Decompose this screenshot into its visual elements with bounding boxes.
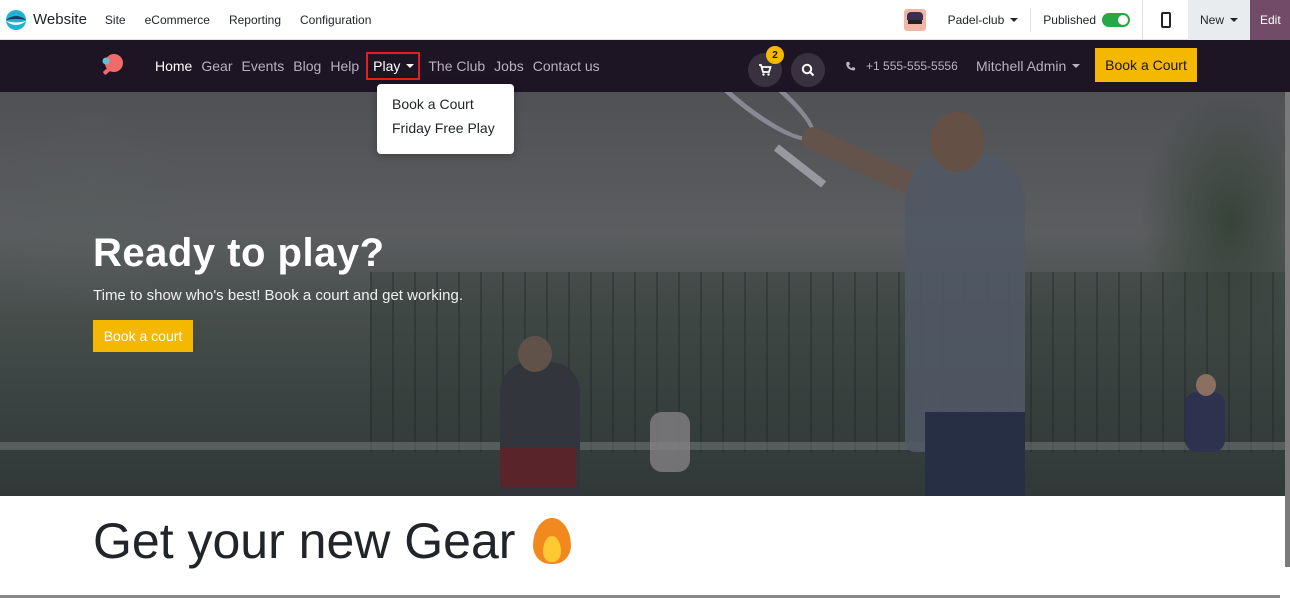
website-selector-label: Padel-club (947, 13, 1005, 27)
phone-link[interactable]: +1 555-555-5556 (845, 40, 958, 92)
menu-configuration[interactable]: Configuration (300, 13, 371, 27)
phone-number: +1 555-555-5556 (866, 59, 958, 73)
nav-play-label: Play (373, 58, 401, 74)
search-icon (801, 63, 815, 77)
website-header: Home Gear Events Blog Help Play The Club… (0, 40, 1290, 92)
book-a-court-header-button[interactable]: Book a Court (1095, 48, 1197, 82)
nav-play-dropdown[interactable]: Play (366, 52, 421, 80)
play-dropdown-menu: Book a Court Friday Free Play (377, 84, 514, 154)
shopping-cart-icon (759, 64, 772, 76)
app-name: Website (33, 11, 87, 28)
menu-ecommerce[interactable]: eCommerce (145, 13, 210, 27)
horizontal-scrollbar[interactable] (0, 595, 1280, 598)
user-menu-dropdown[interactable]: Mitchell Admin (976, 40, 1081, 92)
nav-contact-us[interactable]: Contact us (533, 58, 600, 74)
chevron-down-icon (1230, 18, 1238, 22)
nav-help[interactable]: Help (330, 58, 359, 74)
cart-count-badge: 2 (766, 46, 784, 64)
website-selector[interactable]: Padel-club (948, 8, 1032, 32)
fire-icon (529, 516, 575, 566)
mobile-phone-icon (1160, 12, 1171, 28)
hero-title: Ready to play? (93, 231, 385, 275)
hero-banner: Ready to play? Time to show who's best! … (0, 92, 1285, 496)
phone-icon (846, 61, 856, 70)
website-app-logo[interactable]: Website (5, 9, 87, 31)
admin-bar-right: Padel-club Published New Edit (903, 0, 1290, 40)
nav-home[interactable]: Home (155, 58, 192, 74)
user-avatar[interactable] (903, 9, 926, 31)
nav-blog[interactable]: Blog (293, 58, 321, 74)
nav-jobs[interactable]: Jobs (494, 58, 524, 74)
menu-reporting[interactable]: Reporting (229, 13, 281, 27)
padel-logo-icon[interactable] (100, 53, 124, 77)
chevron-down-icon (1010, 18, 1019, 22)
mobile-preview-button[interactable] (1142, 0, 1188, 40)
admin-top-bar: Website Site eCommerce Reporting Configu… (0, 0, 1290, 40)
published-toggle[interactable]: Published (1031, 13, 1142, 27)
book-a-court-hero-button[interactable]: Book a court (93, 320, 193, 352)
hero-subtitle: Time to show who's best! Book a court an… (93, 287, 463, 304)
menu-site[interactable]: Site (105, 13, 126, 27)
nav-events[interactable]: Events (241, 58, 284, 74)
toggle-switch-icon (1102, 13, 1130, 27)
new-button-label: New (1199, 13, 1224, 27)
chevron-down-icon (1072, 64, 1081, 68)
edit-button-label: Edit (1260, 13, 1281, 27)
gear-heading-text: Get your new Gear (93, 513, 516, 569)
edit-button[interactable]: Edit (1250, 0, 1290, 40)
dropdown-item-book-a-court[interactable]: Book a Court (377, 93, 514, 117)
published-label: Published (1043, 13, 1096, 27)
vertical-scrollbar[interactable] (1285, 92, 1290, 567)
search-button[interactable] (791, 53, 825, 87)
new-button[interactable]: New (1188, 0, 1250, 40)
gear-section-heading: Get your new Gear (93, 512, 575, 570)
user-name: Mitchell Admin (976, 58, 1067, 74)
dropdown-item-friday-free-play[interactable]: Friday Free Play (377, 117, 514, 141)
nav-the-club[interactable]: The Club (428, 58, 485, 74)
nav-gear[interactable]: Gear (201, 58, 232, 74)
website-app-icon (6, 9, 26, 30)
chevron-down-icon (406, 64, 415, 68)
